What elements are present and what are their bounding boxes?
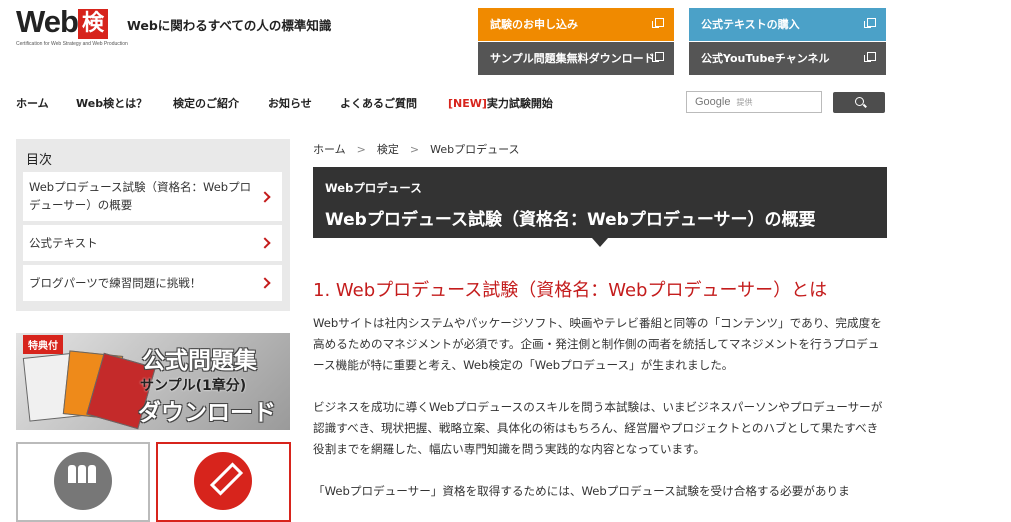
- banner-subtitle: サンプル(1章分): [140, 378, 247, 394]
- chevron-right-icon: [259, 277, 271, 289]
- sample-download-button[interactable]: サンプル問題集無料ダウンロード: [478, 42, 674, 75]
- google-brand: Google: [695, 96, 731, 108]
- apply-exam-label: 試験のお申し込み: [490, 18, 578, 31]
- sidebar-tile-books[interactable]: [16, 442, 150, 522]
- external-link-icon: [864, 52, 876, 62]
- buy-textbook-button[interactable]: 公式テキストの購入: [689, 8, 886, 41]
- buy-textbook-label: 公式テキストの購入: [701, 18, 800, 31]
- sidebar-tile-practice[interactable]: [156, 442, 291, 522]
- breadcrumb-home[interactable]: ホーム: [313, 143, 346, 156]
- section-heading: 1. Webプロデュース試験（資格名：Webプロデューサー）とは: [313, 280, 828, 301]
- nav-item-home[interactable]: ホーム: [16, 95, 49, 111]
- banner-download: ダウンロード: [138, 400, 276, 426]
- external-link-icon: [652, 52, 664, 62]
- toc-item-label: Webプロデュース試験（資格名：Webプロデューサー）の概要: [29, 180, 252, 212]
- page-title: Webプロデュース試験（資格名：Webプロデューサー）の概要: [325, 210, 816, 230]
- toc-item-blog-parts[interactable]: ブログパーツで練習問題に挑戦！: [23, 265, 282, 301]
- toc-title: 目次: [26, 153, 53, 168]
- breadcrumb-current: Webプロデュース: [430, 143, 520, 156]
- external-link-icon: [864, 18, 876, 28]
- search-icon: [855, 97, 864, 106]
- nav-item-faq[interactable]: よくあるご質問: [340, 95, 417, 111]
- qualification-paragraph: 「Webプロデューサー」資格を取得するためには、Webプロデュース試験を受け合格…: [313, 484, 850, 498]
- new-tag: [NEW]: [448, 97, 487, 110]
- site-tagline: Webに関わるすべての人の標準知識: [127, 18, 332, 33]
- chevron-right-icon: [259, 237, 271, 249]
- site-logo[interactable]: Web 検 Certification for Web Strategy and…: [16, 4, 128, 47]
- toc-item-label: 公式テキスト: [29, 236, 98, 250]
- sample-download-label: サンプル問題集無料ダウンロード: [490, 52, 655, 65]
- bonus-badge: 特典付: [23, 335, 63, 354]
- apply-exam-button[interactable]: 試験のお申し込み: [478, 8, 674, 41]
- logo-kanji: 検: [78, 9, 108, 39]
- youtube-channel-button[interactable]: 公式YouTubeチャンネル: [689, 42, 886, 75]
- breadcrumb-separator: >: [409, 143, 420, 156]
- new-test-label: 実力試験開始: [486, 97, 553, 110]
- toc-item-overview[interactable]: Webプロデュース試験（資格名：Webプロデューサー）の概要: [23, 172, 282, 221]
- page-category: Webプロデュース: [325, 181, 422, 195]
- search-placeholder: 提供: [736, 98, 753, 107]
- nav-item-new-test[interactable]: [NEW]実力試験開始: [448, 95, 553, 111]
- toc-item-label: ブログパーツで練習問題に挑戦！: [29, 276, 202, 290]
- logo-subtitle: Certification for Web Strategy and Web P…: [16, 41, 128, 47]
- chevron-right-icon: [259, 190, 271, 203]
- youtube-channel-label: 公式YouTubeチャンネル: [701, 52, 830, 65]
- logo-text: Web: [16, 4, 79, 39]
- intro-paragraph: Webサイトは社内システムやパッケージソフト、映画やテレビ番組と同等の「コンテン…: [313, 316, 882, 372]
- breadcrumb-exams[interactable]: 検定: [377, 143, 399, 156]
- pencil-icon: [194, 452, 252, 510]
- banner-title: 公式問題集: [142, 348, 257, 374]
- toc-item-textbook[interactable]: 公式テキスト: [23, 225, 282, 261]
- search-button[interactable]: [833, 92, 885, 113]
- search-input[interactable]: Google 提供: [686, 91, 822, 113]
- sample-workbook-banner[interactable]: 特典付 公式問題集 サンプル(1章分) ダウンロード: [16, 333, 290, 430]
- breadcrumb: ホーム > 検定 > Webプロデュース: [313, 141, 520, 157]
- nav-item-news[interactable]: お知らせ: [268, 95, 312, 111]
- nav-item-exams[interactable]: 検定のご紹介: [173, 95, 239, 111]
- title-pointer: [592, 238, 608, 247]
- skills-paragraph: ビジネスを成功に導くWebプロデュースのスキルを問う本試験は、いまビジネスパーソ…: [313, 400, 883, 456]
- page-header: Webプロデュース Webプロデュース試験（資格名：Webプロデューサー）の概要: [313, 167, 887, 238]
- table-of-contents: 目次 Webプロデュース試験（資格名：Webプロデューサー）の概要 公式テキスト…: [16, 139, 290, 311]
- books-icon: [54, 452, 112, 510]
- breadcrumb-separator: >: [356, 143, 366, 156]
- external-link-icon: [652, 18, 664, 28]
- nav-item-about[interactable]: Web検とは？: [76, 95, 147, 111]
